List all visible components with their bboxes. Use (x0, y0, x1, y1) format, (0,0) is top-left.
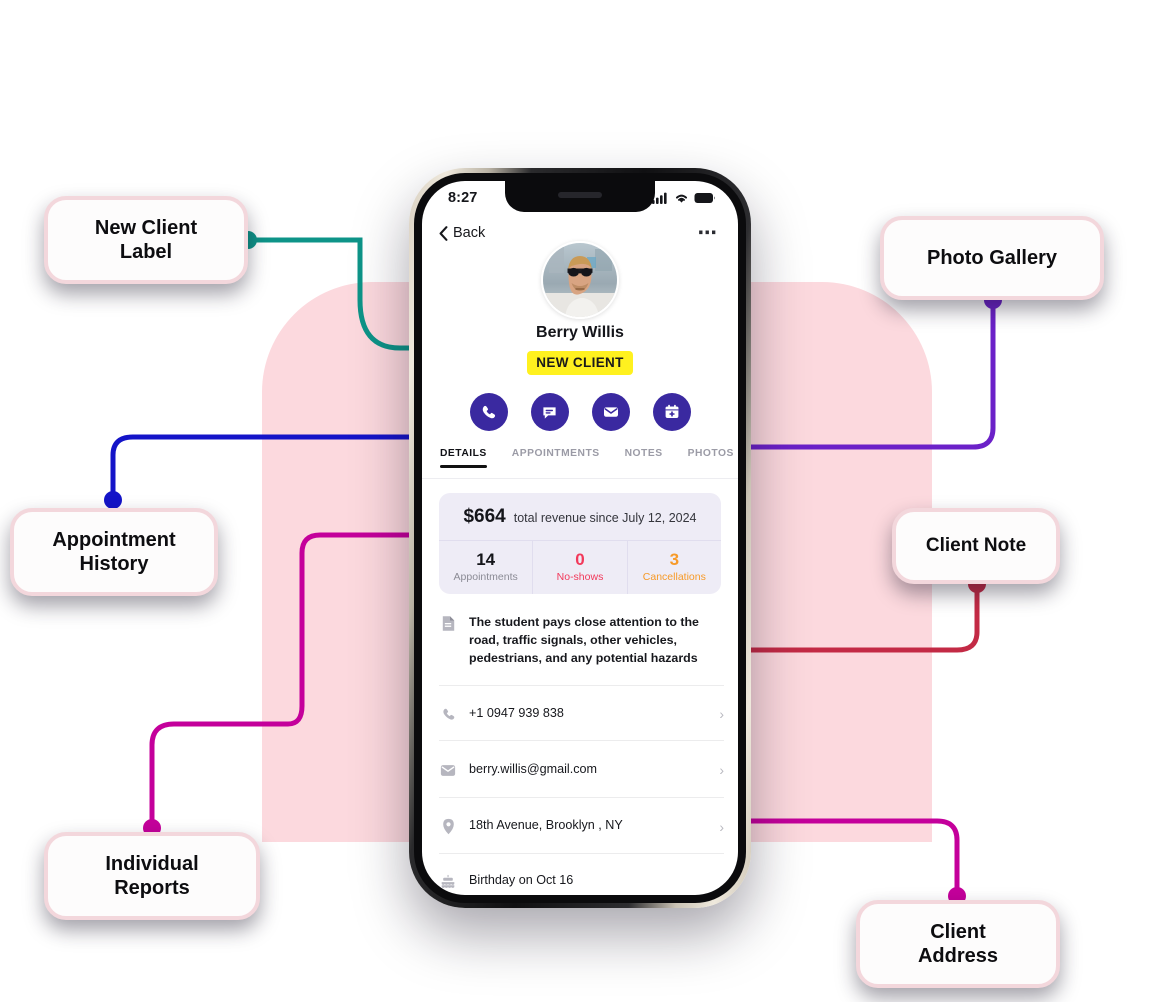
stats-row: 14 Appointments 0 No-shows 3 Cancellatio… (439, 540, 721, 595)
status-badge: NEW CLIENT (527, 351, 633, 375)
callout-new-client-label-line2: Label (119, 241, 173, 263)
infographic-stage: 8:27 Back ⋯ Berry Willis NEW CLIENT DETA… (0, 0, 1164, 1002)
document-icon (442, 616, 454, 631)
chevron-right-icon: › (719, 706, 724, 722)
note-text: The student pays close attention to the … (469, 615, 699, 665)
tab-details[interactable]: DETAILS (440, 445, 487, 468)
address-text: 18th Avenue, Brooklyn , NY (469, 818, 623, 833)
chat-icon (543, 406, 556, 419)
envelope-icon (440, 764, 456, 776)
revenue-amount: $664 (463, 506, 506, 527)
note-row[interactable]: The student pays close attention to the … (439, 601, 724, 668)
message-button[interactable] (530, 393, 569, 431)
stat-appointments-value: 14 (476, 550, 496, 569)
callout-client-address-line1: Client (930, 920, 986, 943)
call-button[interactable] (469, 393, 508, 431)
callout-appointment-history-line1: Appointment (52, 528, 176, 551)
client-avatar (543, 243, 617, 317)
callout-photo-gallery[interactable]: Photo Gallery (880, 216, 1104, 300)
revenue-label: total revenue since July 12, 2024 (513, 511, 697, 525)
new-client-badge-wrap: NEW CLIENT (422, 351, 738, 375)
chevron-left-icon (439, 225, 448, 241)
callout-individual-reports-line2: Reports (114, 877, 190, 899)
callout-appointment-history[interactable]: Appointment History (10, 508, 218, 596)
avatar (541, 241, 619, 319)
birthday-cake-icon (441, 874, 455, 888)
back-label: Back (453, 225, 486, 241)
callout-client-address[interactable]: Client Address (856, 900, 1060, 988)
phone-icon (442, 708, 454, 720)
revenue-row: $664 total revenue since July 12, 2024 (439, 493, 721, 540)
chevron-right-icon: › (719, 818, 724, 835)
tab-notes[interactable]: NOTES (625, 445, 663, 468)
tab-appointments[interactable]: APPOINTMENTS (512, 445, 600, 468)
stat-noshows-label: No-shows (556, 571, 604, 584)
battery-icon (694, 193, 715, 203)
birthday-text: Birthday on Oct 16 (469, 873, 574, 888)
callout-client-note[interactable]: Client Note (892, 508, 1060, 584)
address-row[interactable]: 18th Avenue, Brooklyn , NY › (439, 797, 724, 854)
stat-cancellations-value: 3 (669, 550, 680, 569)
calendar-plus-icon (665, 404, 678, 418)
phone-screen: 8:27 Back ⋯ Berry Willis NEW CLIENT DETA… (422, 181, 738, 895)
status-icons (652, 192, 716, 204)
email-button[interactable] (591, 393, 630, 431)
chevron-right-icon: › (719, 762, 724, 778)
email-row[interactable]: berry.willis@gmail.com › (439, 740, 724, 798)
callout-individual-reports[interactable]: Individual Reports (44, 832, 260, 920)
client-name: Berry Willis (536, 324, 624, 341)
stat-cancellations: 3 Cancellations (626, 541, 721, 595)
stat-appointments: 14 Appointments (439, 541, 532, 594)
book-appointment-button[interactable] (652, 393, 691, 431)
envelope-icon (603, 407, 618, 417)
phone-row[interactable]: +1 0947 939 838 › (439, 685, 724, 741)
action-buttons (422, 393, 738, 431)
speaker-slot (558, 192, 602, 198)
callout-photo-gallery-label: Photo Gallery (926, 246, 1058, 269)
location-pin-icon (442, 818, 454, 835)
back-button[interactable]: Back (439, 225, 485, 241)
email-address: berry.willis@gmail.com (469, 761, 598, 776)
phone-mockup: 8:27 Back ⋯ Berry Willis NEW CLIENT DETA… (409, 168, 751, 908)
more-options-icon[interactable]: ⋯ (698, 224, 718, 243)
stats-card: $664 total revenue since July 12, 2024 1… (439, 493, 721, 595)
callout-new-client-label-line1: New Client (94, 216, 198, 239)
wifi-icon (675, 194, 688, 203)
callout-client-note-label: Client Note (925, 535, 1027, 557)
callout-new-client-label[interactable]: New Client Label (44, 196, 248, 284)
phone-number: +1 0947 939 838 (469, 705, 564, 720)
phone-icon (482, 405, 496, 418)
callout-appointment-history-line2: History (79, 553, 149, 575)
phone-notch (505, 181, 655, 212)
tab-bar: DETAILS APPOINTMENTS NOTES PHOTOS (422, 445, 738, 479)
tab-photos[interactable]: PHOTOS (688, 445, 734, 468)
callout-client-address-line2: Address (917, 945, 999, 967)
nav-row: Back ⋯ (422, 217, 738, 249)
callout-individual-reports-line1: Individual (105, 852, 199, 875)
status-time: 8:27 (448, 190, 478, 206)
stat-noshows: 0 No-shows (532, 541, 626, 595)
stat-appointments-label: Appointments (453, 571, 518, 584)
birthday-row[interactable]: Birthday on Oct 16 (439, 853, 724, 895)
stat-cancellations-label: Cancellations (642, 571, 706, 584)
stat-noshows-value: 0 (575, 550, 585, 569)
